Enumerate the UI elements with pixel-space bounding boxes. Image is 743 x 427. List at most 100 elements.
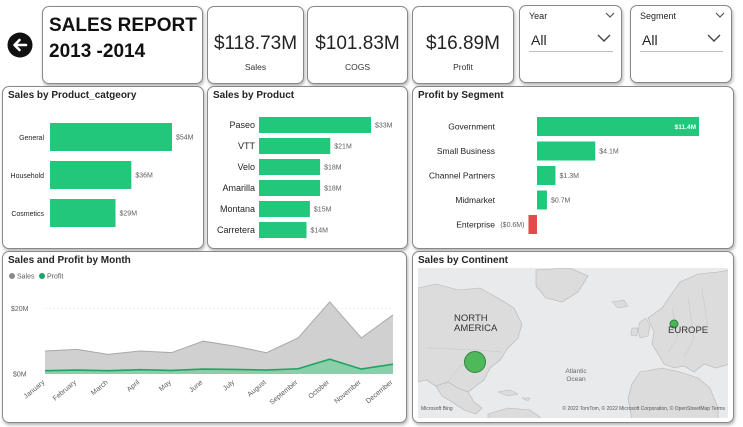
data-label: $18M	[324, 165, 342, 172]
visual-title: Sales by Continent	[418, 255, 509, 266]
kpi-card-profit: $16.89M Profit	[412, 6, 514, 84]
year-slicer: Year All	[519, 5, 622, 83]
bar	[50, 123, 172, 151]
bar	[259, 138, 331, 154]
chevron-down-icon[interactable]	[605, 11, 615, 19]
kpi-label: Profit	[453, 62, 473, 72]
legend-marker-profit	[39, 273, 45, 279]
label-atlantic-ocean: Atlantic Ocean	[565, 368, 587, 383]
category-label: Household	[11, 173, 45, 180]
bing-logo: Microsoft Bing	[421, 406, 453, 412]
x-tick-label: June	[188, 379, 204, 394]
bar	[537, 141, 596, 161]
y-tick-label: $20M	[11, 306, 29, 313]
profit-by-segment-visual[interactable]: Profit by Segment Government $11.4M Small …	[412, 86, 734, 249]
x-tick-label: October	[307, 379, 331, 401]
sales-by-category-visual[interactable]: Sales by Product_catgeory General $54M Hou…	[2, 86, 204, 249]
x-tick-label: January	[23, 379, 47, 401]
legend-label: Sales	[17, 274, 35, 281]
data-label: $54M	[176, 135, 194, 142]
category-bar-chart: General $54M Household $36M Cosmetics $29M	[11, 123, 194, 227]
legend-label: Profit	[47, 274, 63, 281]
data-label: $11.4M	[675, 124, 696, 131]
slicer-label: Year	[529, 11, 548, 21]
label-europe: EUROPE	[668, 325, 709, 336]
bar	[259, 180, 321, 196]
legend-marker-sales	[9, 273, 15, 279]
kpi-value: $16.89M	[426, 33, 500, 54]
y-tick-label: $0M	[13, 372, 27, 379]
category-label: Enterprise	[456, 220, 495, 230]
segment-dropdown[interactable]: All	[640, 26, 723, 52]
x-tick-label: September	[269, 379, 300, 407]
data-label: $36M	[135, 173, 153, 180]
x-tick-label: May	[158, 379, 173, 393]
back-button[interactable]	[6, 31, 34, 59]
category-label: Midmarket	[455, 195, 495, 205]
category-label: Velo	[237, 162, 255, 172]
report-title-line1: SALES REPORT |	[49, 15, 203, 36]
category-label: Channel Partners	[429, 171, 495, 181]
category-label: VTT	[238, 141, 256, 151]
bar	[259, 201, 310, 217]
bar	[259, 159, 321, 175]
x-tick-label: December	[365, 379, 395, 406]
data-label: $18M	[324, 186, 342, 193]
sales-by-product-visual[interactable]: Sales by Product Paseo $33M VTT $21M Velo $18…	[207, 86, 408, 249]
bar	[537, 166, 556, 185]
sales-by-continent-visual[interactable]: Sales by Continent NORTH AMERICA EUROPE …	[412, 251, 734, 423]
data-label: $15M	[314, 207, 332, 214]
segment-slicer: Segment All	[630, 5, 732, 83]
kpi-value: $118.73M	[213, 33, 298, 54]
category-label: Carretera	[217, 225, 255, 235]
data-label: $33M	[375, 123, 393, 130]
data-label: $21M	[334, 144, 352, 151]
bar	[259, 117, 371, 133]
label-north-america: NORTH AMERICA	[454, 313, 498, 334]
kpi-card-cogs: $101.83M COGS	[307, 6, 408, 84]
x-tick-label: July	[222, 379, 236, 393]
data-label: ($0.6M)	[500, 222, 524, 229]
data-label: $29M	[120, 211, 138, 218]
kpi-label: COGS	[344, 62, 371, 72]
chevron-down-icon[interactable]	[715, 11, 725, 19]
map-attribution[interactable]: © 2022 TomTom, © 2022 Microsoft Corporat…	[562, 406, 725, 412]
category-label: General	[19, 135, 44, 142]
monthly-area-chart: Sales Profit $20M $0MJanuary February March Ap…	[9, 273, 395, 407]
report-title-card: SALES REPORT | 2013 -2014	[42, 6, 203, 84]
back-arrow-icon	[7, 32, 33, 58]
map-canvas[interactable]: NORTH AMERICA EUROPE Atlantic Ocean Micr…	[418, 268, 728, 418]
category-label: Small Business	[437, 146, 495, 156]
year-dropdown[interactable]: All	[529, 26, 613, 52]
segment-bar-chart: Government $11.4M Small Business $4.1M Chann…	[429, 117, 699, 234]
product-bar-chart: Paseo $33M VTT $21M Velo $18M Amarilla $18M Mont…	[217, 117, 393, 238]
sales-profit-by-month-visual[interactable]: Sales and Profit by Month Sales Profit $20…	[2, 251, 407, 423]
x-tick-label: April	[126, 379, 142, 394]
bar	[537, 190, 547, 210]
x-tick-label: March	[90, 379, 109, 397]
x-tick-label: August	[247, 379, 268, 398]
bar	[528, 215, 537, 234]
kpi-value: $101.83M	[315, 33, 400, 54]
x-tick-label: November	[333, 379, 363, 406]
data-label: $0.7M	[551, 198, 571, 205]
chevron-down-icon	[597, 34, 611, 42]
x-tick-label: February	[52, 379, 78, 403]
category-label: Paseo	[229, 120, 255, 130]
dropdown-value: All	[642, 32, 658, 48]
kpi-card-sales: $118.73M Sales	[207, 6, 304, 84]
data-label: $1.3M	[559, 173, 579, 180]
category-label: Amarilla	[222, 183, 255, 193]
chevron-down-icon	[707, 34, 721, 42]
bar	[259, 222, 307, 238]
category-label: Montana	[220, 204, 255, 214]
report-title-line2: 2013 -2014	[49, 41, 146, 62]
world-map	[418, 268, 728, 418]
data-label: $4.1M	[599, 149, 619, 156]
category-label: Cosmetics	[11, 211, 44, 218]
slicer-label: Segment	[640, 11, 677, 21]
kpi-label: Sales	[244, 62, 267, 72]
bubble-north-america	[464, 351, 486, 373]
data-label: $14M	[311, 228, 329, 235]
bar	[50, 161, 132, 189]
